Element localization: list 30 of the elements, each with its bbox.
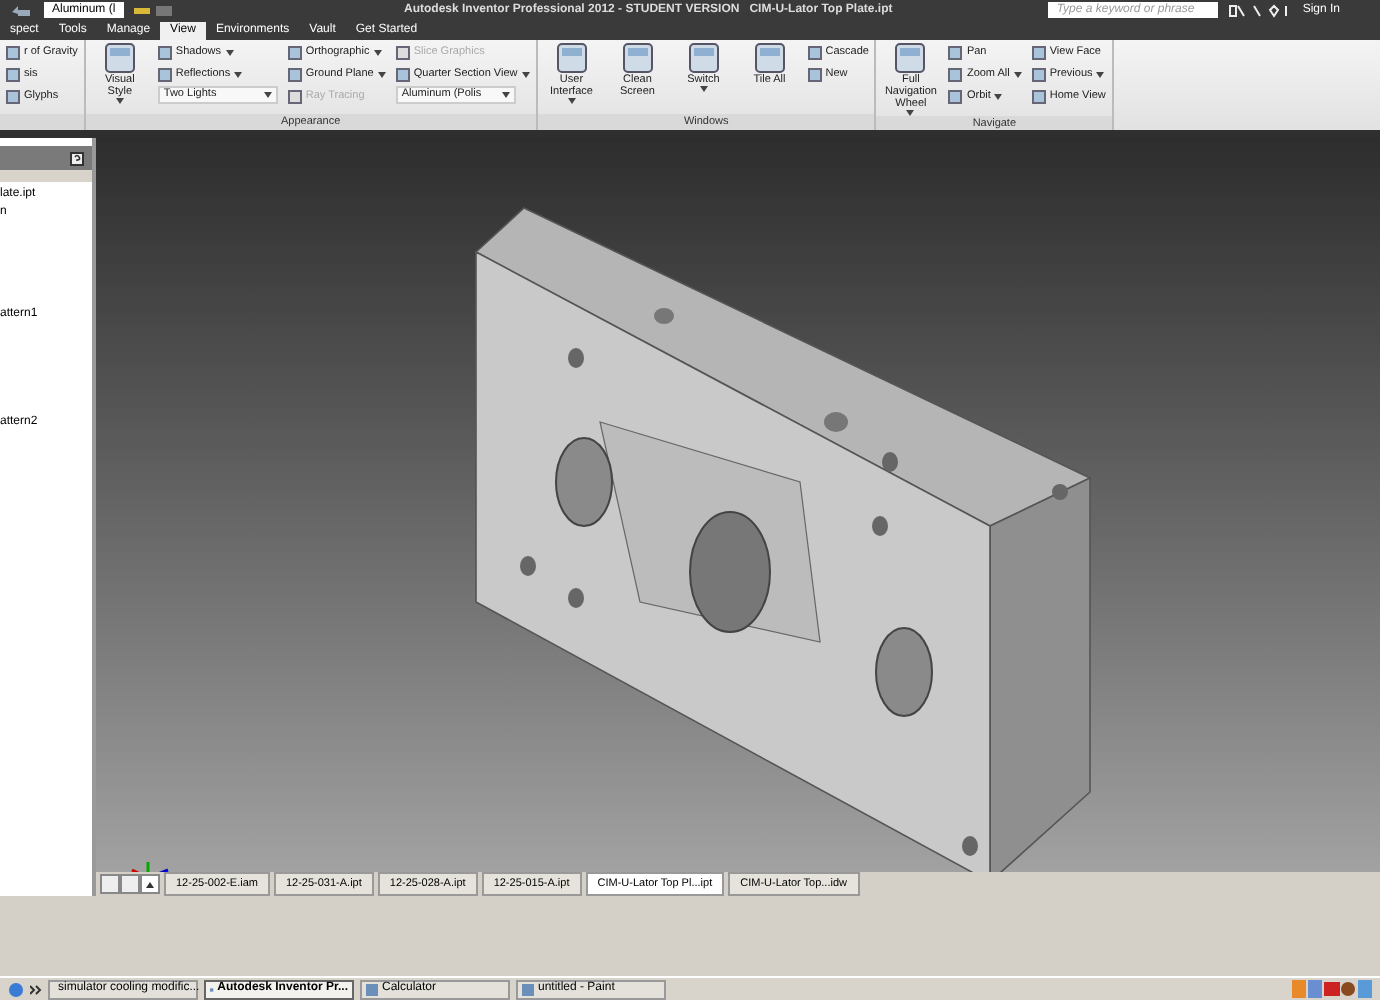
help-icon[interactable] <box>70 151 84 165</box>
caret-icon <box>377 71 386 77</box>
3d-viewport[interactable] <box>96 138 1380 872</box>
caret-icon <box>501 92 510 98</box>
tool-icon <box>894 42 927 74</box>
app-icon <box>366 983 378 995</box>
undo-icon[interactable] <box>8 3 36 17</box>
tool-icon <box>103 42 136 74</box>
caret-icon <box>234 71 243 77</box>
caret-icon <box>521 71 530 77</box>
caret-icon <box>263 92 272 98</box>
caret-icon <box>1096 71 1105 77</box>
panel-footer <box>0 114 84 130</box>
tab-navigation-icon[interactable] <box>100 874 160 894</box>
caret-icon <box>994 93 1003 99</box>
caret-icon <box>567 98 576 104</box>
caret-icon <box>115 98 124 104</box>
caret-icon <box>699 86 708 92</box>
tool-icon <box>555 42 588 74</box>
tool-icon <box>621 42 654 74</box>
double-chevron-icon[interactable] <box>30 983 42 995</box>
caret-icon <box>1013 71 1022 77</box>
caret-icon <box>225 49 234 55</box>
app-icon <box>522 983 534 995</box>
browser-icon[interactable] <box>8 981 24 997</box>
tool-icon <box>687 42 720 74</box>
caret-icon <box>373 49 382 55</box>
toolbar-icon[interactable] <box>132 3 176 17</box>
tray-icons[interactable] <box>1292 980 1372 998</box>
tool-icon <box>753 42 786 74</box>
